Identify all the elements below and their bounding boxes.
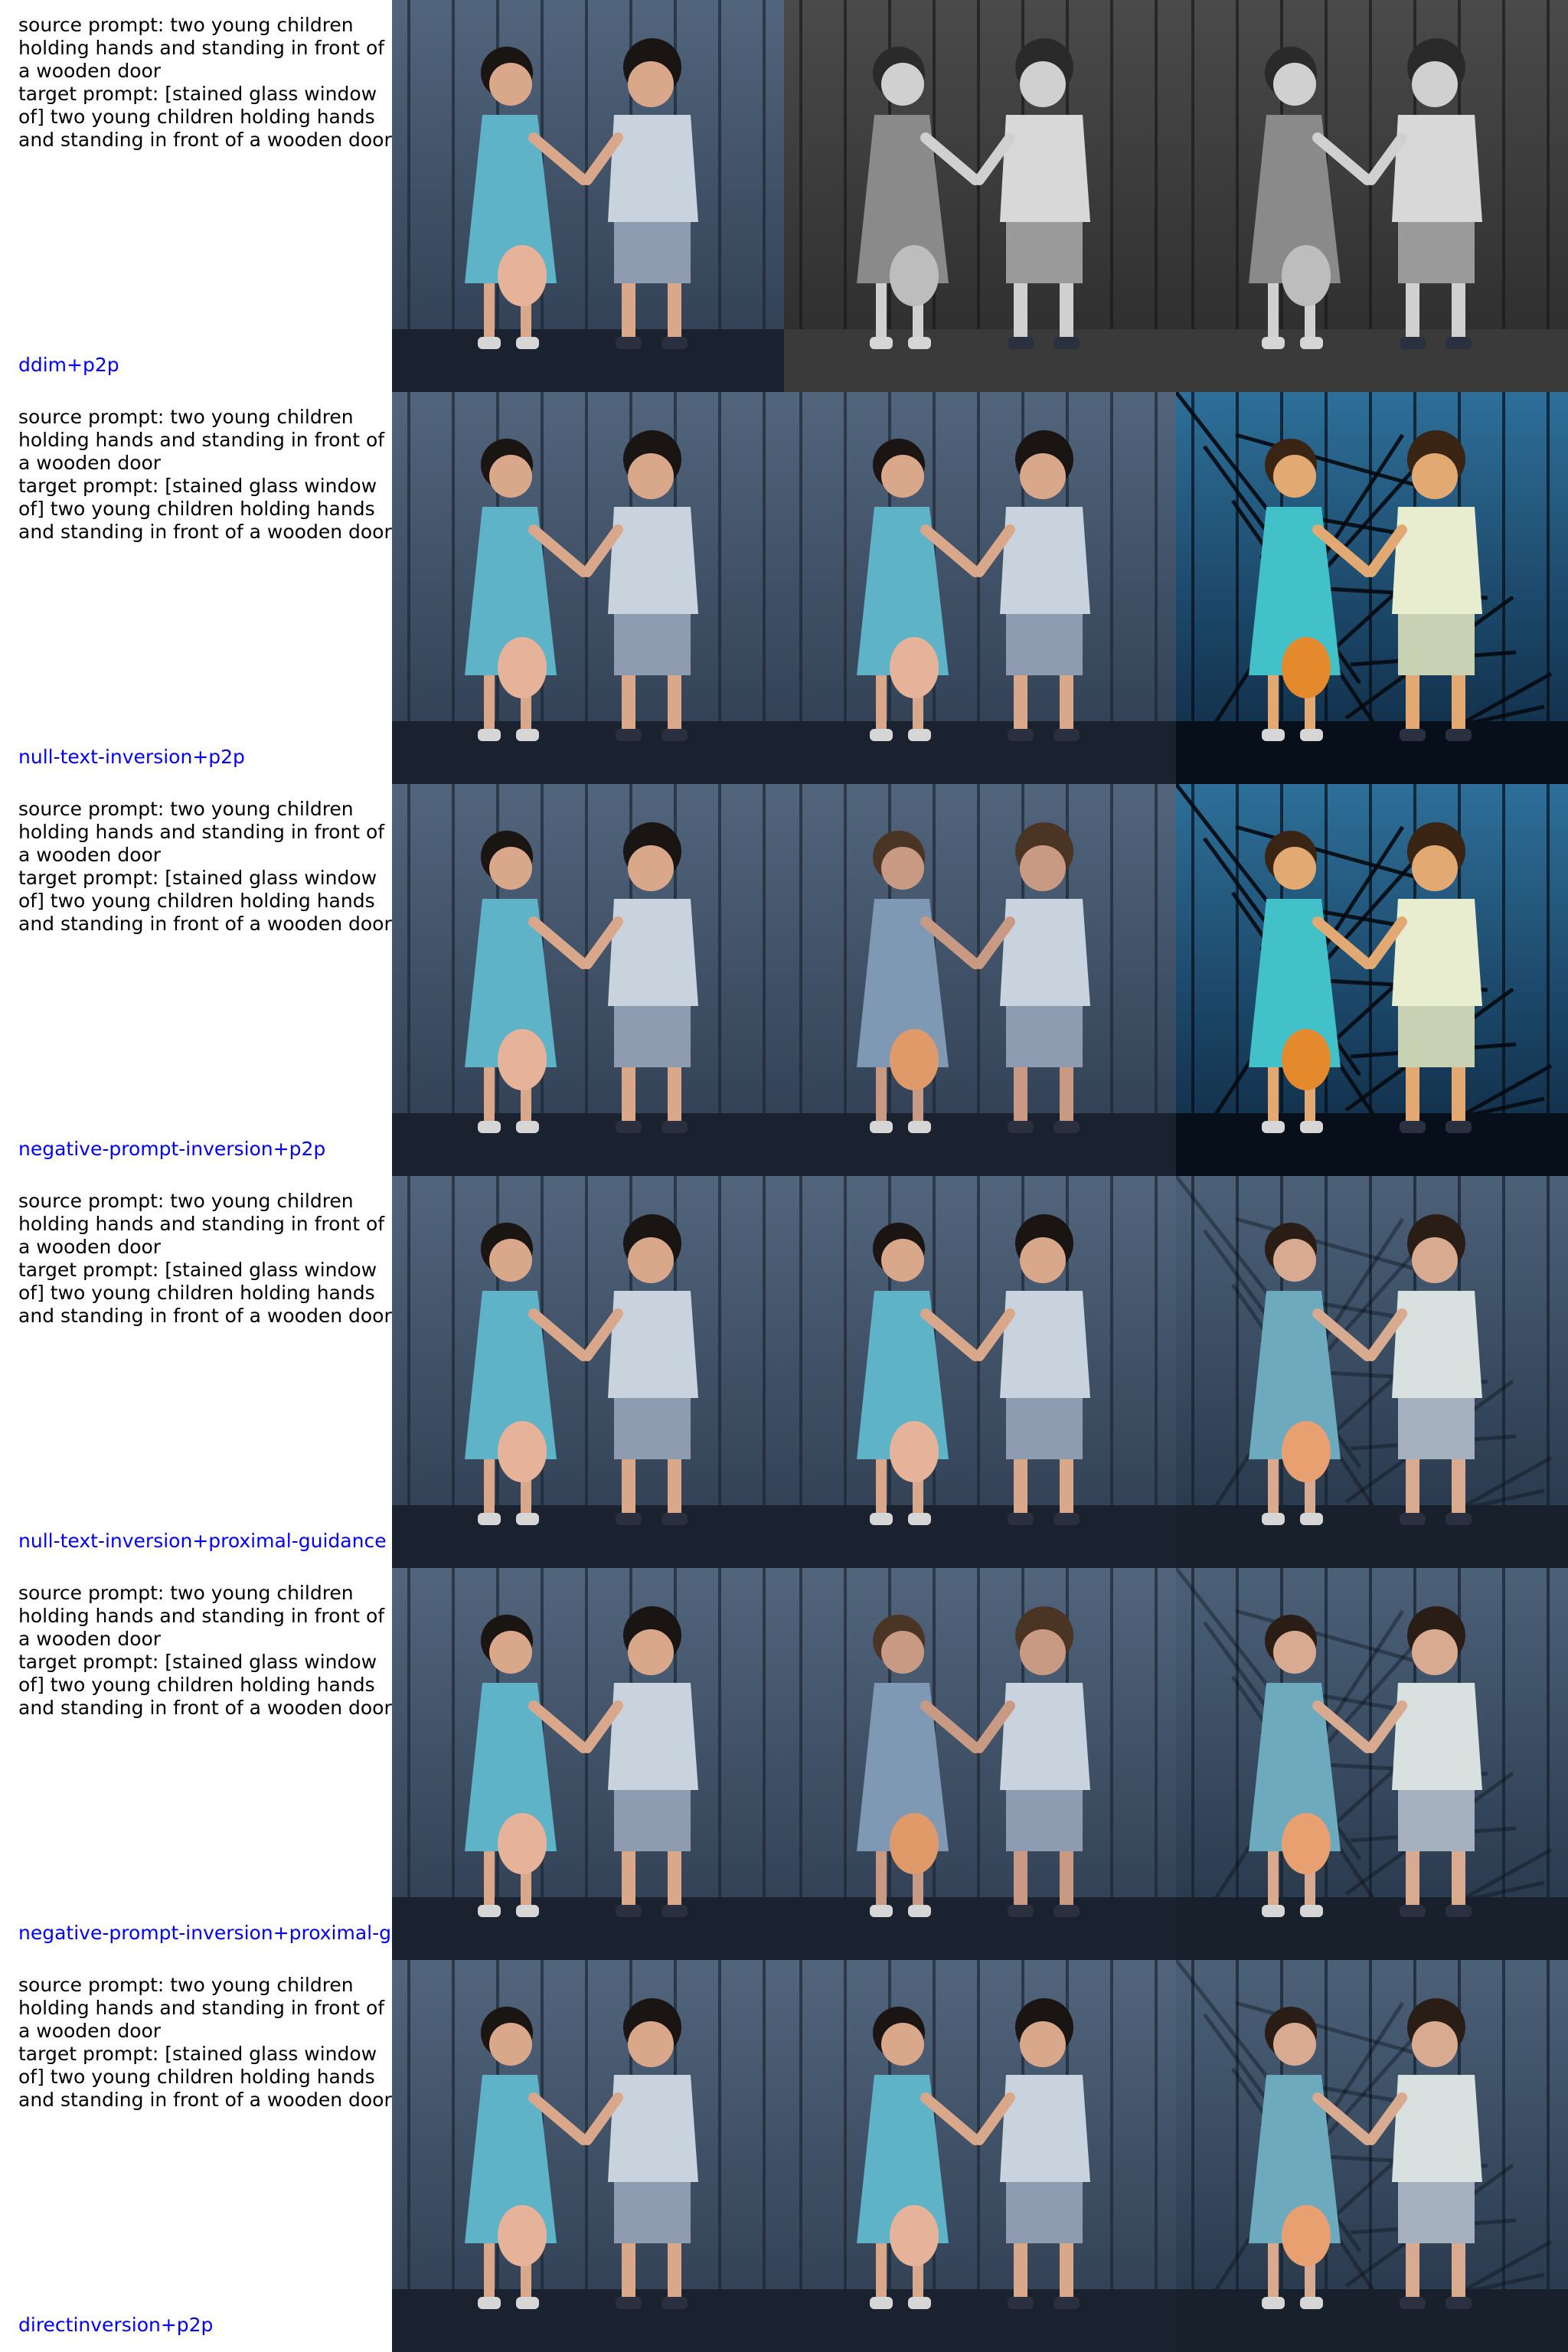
source-prompt: source prompt: two young children holdin… (18, 1974, 391, 2042)
bag-shape (498, 2205, 547, 2266)
bag-shape (890, 1421, 939, 1482)
result-row: source prompt: two young children holdin… (0, 1568, 1568, 1960)
prompt-label-column: source prompt: two young children holdin… (0, 0, 392, 392)
image-panel-faint-glass (1176, 1176, 1568, 1568)
source-prompt: source prompt: two young children holdin… (18, 406, 391, 474)
bag-shape (498, 1029, 547, 1090)
bag-shape (890, 637, 939, 698)
bag-shape (1282, 245, 1331, 306)
prompt-label-column: source prompt: two young children holdin… (0, 1568, 392, 1960)
target-prompt: target prompt: [stained glass window of]… (18, 867, 392, 935)
image-panel-original (392, 1176, 784, 1568)
target-prompt: target prompt: [stained glass window of]… (18, 1259, 392, 1327)
image-panel-distorted (784, 1568, 1176, 1960)
method-label: null-text-inversion+proximal-guidance (18, 1530, 387, 1552)
source-image (392, 1568, 784, 1960)
target-prompt: target prompt: [stained glass window of]… (18, 2043, 392, 2111)
bag-shape (890, 2205, 939, 2266)
image-panel-original (392, 1960, 784, 2352)
image-panel-original (392, 784, 784, 1176)
prompt-text-block: source prompt: two young children holdin… (18, 1190, 392, 1328)
image-panel-distorted (784, 784, 1176, 1176)
prompt-label-column: source prompt: two young children holdin… (0, 1176, 392, 1568)
prompt-text-block: source prompt: two young children holdin… (18, 798, 392, 936)
bag-shape (1282, 1029, 1331, 1090)
method-label: directinversion+p2p (18, 2314, 214, 2336)
target-prompt: target prompt: [stained glass window of]… (18, 83, 392, 151)
image-panel-original (392, 1568, 784, 1960)
image-panel-original (784, 1176, 1176, 1568)
bag-shape (890, 1813, 939, 1874)
bag-shape (890, 1029, 939, 1090)
edited-image (1176, 1960, 1568, 2352)
edited-image (1176, 0, 1568, 392)
bag-shape (498, 1421, 547, 1482)
image-panel-faint-glass (1176, 1568, 1568, 1960)
image-panel-grayscale (784, 0, 1176, 392)
method-label: negative-prompt-inversion+proximal-g (18, 1922, 391, 1944)
image-panel-original (784, 1960, 1176, 2352)
result-row: source prompt: two young children holdin… (0, 784, 1568, 1176)
bag-shape (890, 245, 939, 306)
bag-shape (1282, 637, 1331, 698)
bag-shape (498, 1813, 547, 1874)
result-row: source prompt: two young children holdin… (0, 1960, 1568, 2352)
prompt-text-block: source prompt: two young children holdin… (18, 1582, 392, 1720)
result-row: source prompt: two young children holdin… (0, 392, 1568, 784)
source-prompt: source prompt: two young children holdin… (18, 1190, 391, 1258)
source-image (392, 784, 784, 1176)
method-label: null-text-inversion+p2p (18, 746, 245, 768)
reconstruction-image (784, 392, 1176, 784)
image-panel-stained-glass (1176, 784, 1568, 1176)
image-panel-grayscale (1176, 0, 1568, 392)
comparison-grid: source prompt: two young children holdin… (0, 0, 1568, 2352)
image-panel-original (392, 392, 784, 784)
bag-shape (498, 637, 547, 698)
image-panel-stained-glass (1176, 392, 1568, 784)
bag-shape (1282, 1813, 1331, 1874)
source-image (392, 392, 784, 784)
edited-image (1176, 784, 1568, 1176)
prompt-text-block: source prompt: two young children holdin… (18, 1974, 392, 2112)
result-row: source prompt: two young children holdin… (0, 0, 1568, 392)
method-label: negative-prompt-inversion+p2p (18, 1138, 326, 1160)
reconstruction-image (784, 1960, 1176, 2352)
source-image (392, 1176, 784, 1568)
source-image (392, 0, 784, 392)
edited-image (1176, 392, 1568, 784)
target-prompt: target prompt: [stained glass window of]… (18, 1651, 392, 1719)
image-panel-original (784, 392, 1176, 784)
method-label: ddim+p2p (18, 354, 119, 376)
image-panel-original (392, 0, 784, 392)
target-prompt: target prompt: [stained glass window of]… (18, 475, 392, 543)
prompt-label-column: source prompt: two young children holdin… (0, 784, 392, 1176)
reconstruction-image (784, 0, 1176, 392)
bag-shape (498, 245, 547, 306)
source-prompt: source prompt: two young children holdin… (18, 14, 391, 82)
result-row: source prompt: two young children holdin… (0, 1176, 1568, 1568)
bag-shape (1282, 2205, 1331, 2266)
prompt-label-column: source prompt: two young children holdin… (0, 392, 392, 784)
source-image (392, 1960, 784, 2352)
edited-image (1176, 1176, 1568, 1568)
reconstruction-image (784, 1568, 1176, 1960)
image-panel-faint-glass (1176, 1960, 1568, 2352)
reconstruction-image (784, 784, 1176, 1176)
edited-image (1176, 1568, 1568, 1960)
source-prompt: source prompt: two young children holdin… (18, 798, 391, 866)
prompt-text-block: source prompt: two young children holdin… (18, 14, 392, 152)
bag-shape (1282, 1421, 1331, 1482)
prompt-label-column: source prompt: two young children holdin… (0, 1960, 392, 2352)
prompt-text-block: source prompt: two young children holdin… (18, 406, 392, 544)
source-prompt: source prompt: two young children holdin… (18, 1582, 391, 1650)
reconstruction-image (784, 1176, 1176, 1568)
